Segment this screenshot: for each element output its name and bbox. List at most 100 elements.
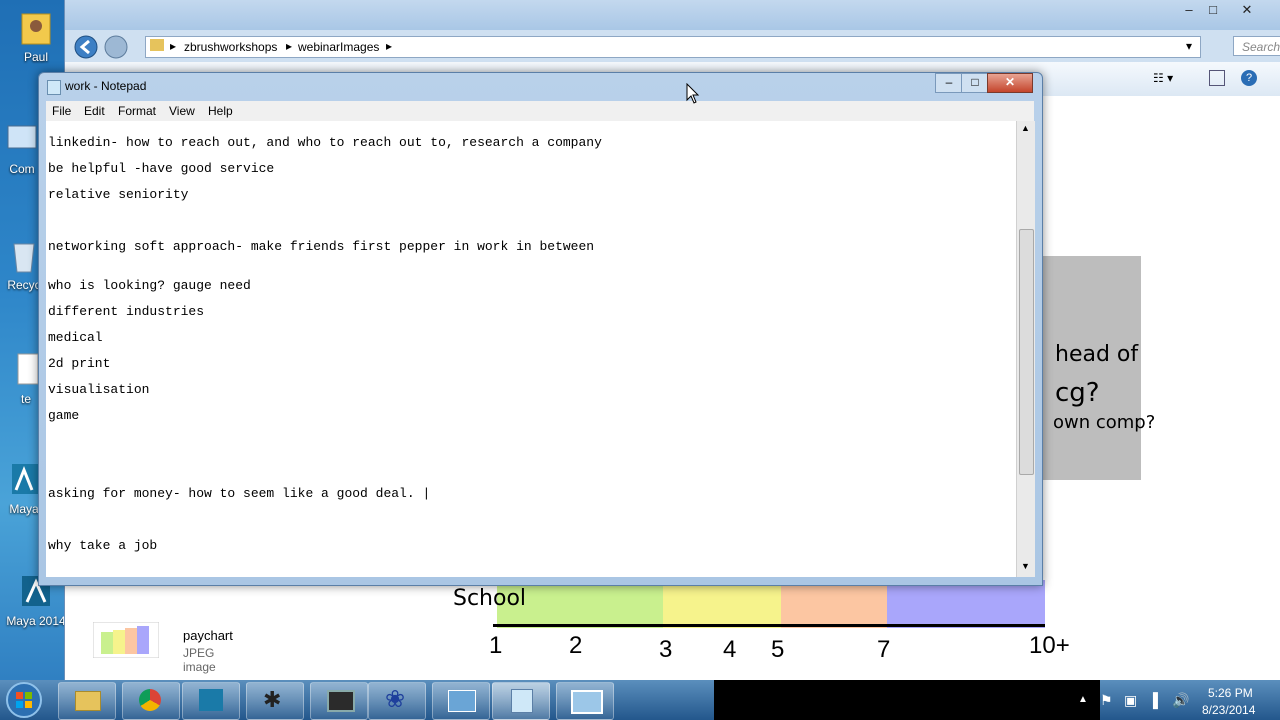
text-line: linkedin- how to reach out, and who to r… <box>48 135 602 150</box>
preview-axis-label: School <box>453 586 527 611</box>
taskbar-image-viewer[interactable] <box>556 682 614 720</box>
image-viewer-icon <box>571 690 603 714</box>
maya-icon <box>199 689 223 711</box>
text-editor[interactable]: linkedin- how to reach out, and who to r… <box>46 121 1016 577</box>
breadcrumb-zbrushworkshops[interactable]: zbrushworkshops <box>184 40 277 54</box>
maximize-button[interactable]: □ <box>1195 0 1231 20</box>
text-line: 2d print <box>48 356 111 371</box>
taskbar-notepad[interactable] <box>492 682 550 720</box>
taskbar-explorer[interactable] <box>58 682 116 720</box>
start-icon[interactable] <box>4 681 44 719</box>
taskbar-remote[interactable] <box>432 682 490 720</box>
help-icon[interactable]: ? <box>1241 70 1257 86</box>
explorer-titlebar: ‒ □ ✕ <box>65 0 1280 30</box>
text-line: medical <box>48 330 103 345</box>
chrome-icon <box>139 689 161 711</box>
recycle-bin-icon <box>13 243 35 273</box>
network-icon[interactable]: ▐ <box>1148 692 1158 708</box>
desktop-icon-label: Paul <box>23 50 49 64</box>
preview-label: head of <box>1055 342 1139 367</box>
forward-icon[interactable] <box>103 34 129 60</box>
notepad-app-icon <box>47 80 61 95</box>
taskbar-maya[interactable] <box>182 682 240 720</box>
breadcrumb-separator: ▸ <box>286 39 293 53</box>
taskbar-chrome[interactable] <box>122 682 180 720</box>
explorer-icon <box>75 691 101 711</box>
preview-tick: 1 <box>489 632 503 659</box>
preview-band-2 <box>663 580 781 628</box>
show-hidden-icons-icon[interactable]: ▲ <box>1078 694 1088 705</box>
monitor-icon <box>327 690 355 712</box>
scroll-down-icon[interactable]: ▼ <box>1021 561 1030 571</box>
preview-tick: 10+ <box>1029 632 1070 659</box>
text-line: game <box>48 408 80 423</box>
file-item-paychart[interactable]: paychart JPEG image <box>71 616 243 674</box>
taskbar-monitor[interactable] <box>310 682 368 720</box>
text-line: asking for money- how to seem like a goo… <box>48 486 431 501</box>
text-line: why take a job <box>48 538 158 553</box>
preview-tick: 4 <box>723 636 737 663</box>
preview-tick: 7 <box>877 636 891 663</box>
close-button[interactable]: ✕ <box>1229 0 1265 20</box>
back-icon[interactable] <box>73 34 99 60</box>
volume-icon[interactable]: 🔊 <box>1172 692 1189 709</box>
preview-band-4 <box>887 580 1045 628</box>
remote-icon <box>448 690 476 712</box>
notepad-window: work - Notepad ‒ □ ✕ File Edit Format Vi… <box>38 72 1043 586</box>
desktop-icon-label: Maya <box>9 502 39 516</box>
clock-date[interactable]: 8/23/2014 <box>1202 703 1255 717</box>
clock-time[interactable]: 5:26 PM <box>1208 686 1253 700</box>
taskbar-flower[interactable]: ❀ <box>368 682 426 720</box>
preview-band-3 <box>781 580 887 628</box>
desktop-icon-label: Com <box>9 162 35 176</box>
window-title: work - Notepad <box>65 79 147 93</box>
text-line: be helpful -have good service <box>48 161 275 176</box>
text-line: networking soft approach- make friends f… <box>48 239 595 254</box>
flower-icon: ❀ <box>385 686 406 713</box>
chevron-down-icon[interactable]: ▾ <box>1186 39 1192 53</box>
menu-file[interactable]: File <box>52 104 71 118</box>
close-button[interactable]: ✕ <box>987 73 1033 93</box>
file-type: JPEG image <box>183 646 216 674</box>
menu-help[interactable]: Help <box>208 104 233 118</box>
preview-label: own comp? <box>1053 412 1156 433</box>
preview-gray-box <box>1041 256 1141 480</box>
address-bar[interactable]: ▸ zbrushworkshops ▸ webinarImages ▸ ▾ <box>145 36 1201 58</box>
desktop-icon-label: Recyc <box>7 278 41 292</box>
text-line: different industries <box>48 304 205 319</box>
text-line: who is looking? gauge need <box>48 278 251 293</box>
maya-icon <box>12 464 38 494</box>
preview-label: cg? <box>1055 378 1100 408</box>
preview-pane-icon[interactable] <box>1209 70 1225 86</box>
preview-tick: 5 <box>771 636 785 663</box>
computer-icon <box>7 125 37 149</box>
user-folder-icon <box>21 13 51 45</box>
notepad-icon <box>511 689 533 713</box>
search-input[interactable]: Search web... <box>1233 36 1280 56</box>
zbrush-icon: ✱ <box>263 687 282 712</box>
text-line: relative seniority <box>48 187 189 202</box>
file-name: paychart <box>183 628 233 643</box>
menu-bar: File Edit Format View Help <box>46 101 1034 122</box>
flag-icon[interactable]: ⚑ <box>1100 692 1113 709</box>
minimize-button[interactable]: ‒ <box>935 73 963 93</box>
mouse-cursor-icon <box>686 83 700 104</box>
taskbar-zbrush[interactable]: ✱ <box>246 682 304 720</box>
device-icon[interactable]: ▣ <box>1124 692 1137 709</box>
taskbar-black-region <box>714 680 1100 720</box>
folder-icon <box>150 39 164 51</box>
desktop-icon-paul[interactable]: Paul <box>4 8 68 64</box>
vertical-scrollbar[interactable]: ▲ ▼ <box>1016 121 1035 577</box>
preview-tick: 3 <box>659 636 673 663</box>
desktop-icon-label: Maya 2014 <box>6 614 66 628</box>
maximize-button[interactable]: □ <box>961 73 989 93</box>
breadcrumb-webinarimages[interactable]: webinarImages <box>298 40 379 54</box>
menu-edit[interactable]: Edit <box>84 104 105 118</box>
menu-format[interactable]: Format <box>118 104 156 118</box>
desktop-icon-label: te <box>20 392 31 406</box>
preview-tick: 2 <box>569 632 583 659</box>
scroll-thumb[interactable] <box>1019 229 1034 475</box>
scroll-up-icon[interactable]: ▲ <box>1021 123 1030 133</box>
menu-view[interactable]: View <box>169 104 195 118</box>
view-options-icon[interactable]: ☷ ▾ <box>1153 71 1173 85</box>
